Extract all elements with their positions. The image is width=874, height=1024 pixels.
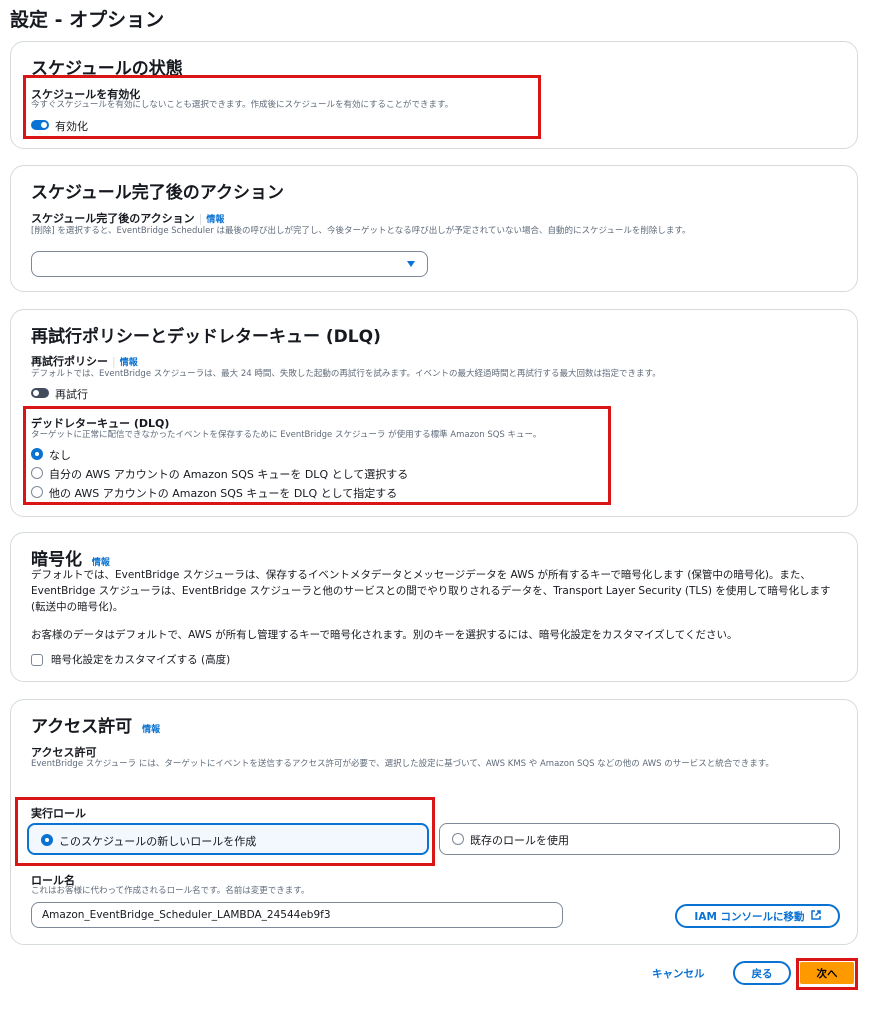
retry-toggle[interactable] bbox=[31, 388, 49, 398]
completion-action-select[interactable] bbox=[31, 251, 428, 277]
permissions-desc: EventBridge スケジューラ には、ターゲットにイベントを送信するアクセ… bbox=[31, 759, 774, 769]
role-name-input[interactable] bbox=[31, 902, 563, 928]
dlq-option-own-account-radio[interactable] bbox=[31, 467, 43, 479]
retry-policy-field-label: 再試行ポリシー | 情報 bbox=[31, 353, 138, 369]
customize-encryption-checkbox[interactable] bbox=[31, 654, 43, 666]
permissions-info-link[interactable]: 情報 bbox=[142, 725, 160, 735]
back-button[interactable]: 戻る bbox=[733, 961, 791, 985]
permissions-title-row: アクセス許可 情報 bbox=[31, 712, 160, 737]
completion-action-label-text: スケジュール完了後のアクション bbox=[31, 212, 195, 225]
role-name-desc: これはお客様に代わって作成されるロール名です。名前は変更できます。 bbox=[31, 886, 310, 896]
iam-console-button[interactable]: IAM コンソールに移動 bbox=[675, 904, 840, 928]
dlq-option-none-radio[interactable] bbox=[31, 448, 43, 460]
use-existing-role-label: 既存のロールを使用 bbox=[470, 834, 569, 847]
dlq-option-none-label: なし bbox=[49, 449, 71, 462]
page-title: 設定 - オプション bbox=[10, 9, 165, 31]
external-link-icon bbox=[810, 909, 821, 923]
caret-down-icon bbox=[407, 261, 415, 267]
retry-policy-desc: デフォルトでは、EventBridge スケジューラは、最大 24 時間、失敗し… bbox=[31, 369, 661, 379]
dlq-option-other-account-radio[interactable] bbox=[31, 486, 43, 498]
retry-toggle-label: 再試行 bbox=[55, 388, 88, 401]
enable-schedule-toggle[interactable] bbox=[31, 120, 49, 130]
retry-dlq-title: 再試行ポリシーとデッドレターキュー (DLQ) bbox=[31, 327, 381, 347]
enable-schedule-toggle-label: 有効化 bbox=[55, 120, 88, 133]
permissions-title: アクセス許可 bbox=[31, 717, 133, 737]
dlq-desc: ターゲットに正常に配信できなかったイベントを保存するために EventBridg… bbox=[31, 430, 542, 440]
execution-role-label: 実行ロール bbox=[31, 807, 86, 820]
dlq-option-own-account-label: 自分の AWS アカウントの Amazon SQS キューを DLQ として選択… bbox=[49, 468, 409, 481]
enable-schedule-desc: 今すぐスケジュールを有効にしないことも選択できます。作成後にスケジュールを有効に… bbox=[31, 100, 454, 110]
permissions-card: アクセス許可 情報 アクセス許可 EventBridge スケジューラ には、タ… bbox=[10, 699, 858, 945]
encryption-desc-2: お客様のデータはデフォルトで、AWS が所有し管理するキーで暗号化されます。別の… bbox=[31, 629, 738, 641]
encryption-desc-1: デフォルトでは、EventBridge スケジューラは、保存するイベントメタデー… bbox=[31, 569, 831, 613]
completion-action-desc: [削除] を選択すると、EventBridge Scheduler は最後の呼び… bbox=[31, 226, 691, 236]
toggle-knob bbox=[33, 390, 39, 396]
customize-encryption-label: 暗号化設定をカスタマイズする (高度) bbox=[51, 654, 231, 666]
separator: | bbox=[198, 212, 203, 225]
completion-info-link[interactable]: 情報 bbox=[206, 215, 224, 225]
use-existing-role-radio[interactable] bbox=[452, 833, 464, 845]
completion-action-title: スケジュール完了後のアクション bbox=[31, 183, 284, 203]
next-button[interactable]: 次へ bbox=[800, 962, 854, 984]
use-existing-role-tile[interactable]: 既存のロールを使用 bbox=[439, 823, 840, 855]
completion-action-card: スケジュール完了後のアクション スケジュール完了後のアクション | 情報 [削除] … bbox=[10, 165, 858, 292]
permissions-label: アクセス許可 bbox=[31, 746, 97, 759]
retry-dlq-card: 再試行ポリシーとデッドレターキュー (DLQ) 再試行ポリシー | 情報 デフォルト… bbox=[10, 309, 858, 517]
retry-policy-label-text: 再試行ポリシー bbox=[31, 355, 108, 368]
completion-action-field-label: スケジュール完了後のアクション | 情報 bbox=[31, 210, 224, 226]
retry-info-link[interactable]: 情報 bbox=[120, 358, 138, 368]
iam-console-button-label: IAM コンソールに移動 bbox=[694, 910, 805, 923]
schedule-state-card: スケジュールの状態 スケジュールを有効化 今すぐスケジュールを有効にしないことも… bbox=[10, 41, 858, 149]
dlq-label: デッドレターキュー (DLQ) bbox=[31, 417, 170, 430]
cancel-button[interactable]: キャンセル bbox=[652, 966, 705, 981]
create-new-role-label: このスケジュールの新しいロールを作成 bbox=[59, 835, 257, 848]
toggle-knob bbox=[41, 122, 47, 128]
create-new-role-tile[interactable]: このスケジュールの新しいロールを作成 bbox=[27, 823, 429, 855]
separator: | bbox=[112, 355, 116, 368]
create-new-role-radio[interactable] bbox=[41, 834, 53, 846]
schedule-state-title: スケジュールの状態 bbox=[31, 59, 183, 79]
dlq-option-other-account-label: 他の AWS アカウントの Amazon SQS キューを DLQ として指定す… bbox=[49, 487, 398, 500]
encryption-card: 暗号化 情報 デフォルトでは、EventBridge スケジューラは、保存するイ… bbox=[10, 532, 858, 682]
